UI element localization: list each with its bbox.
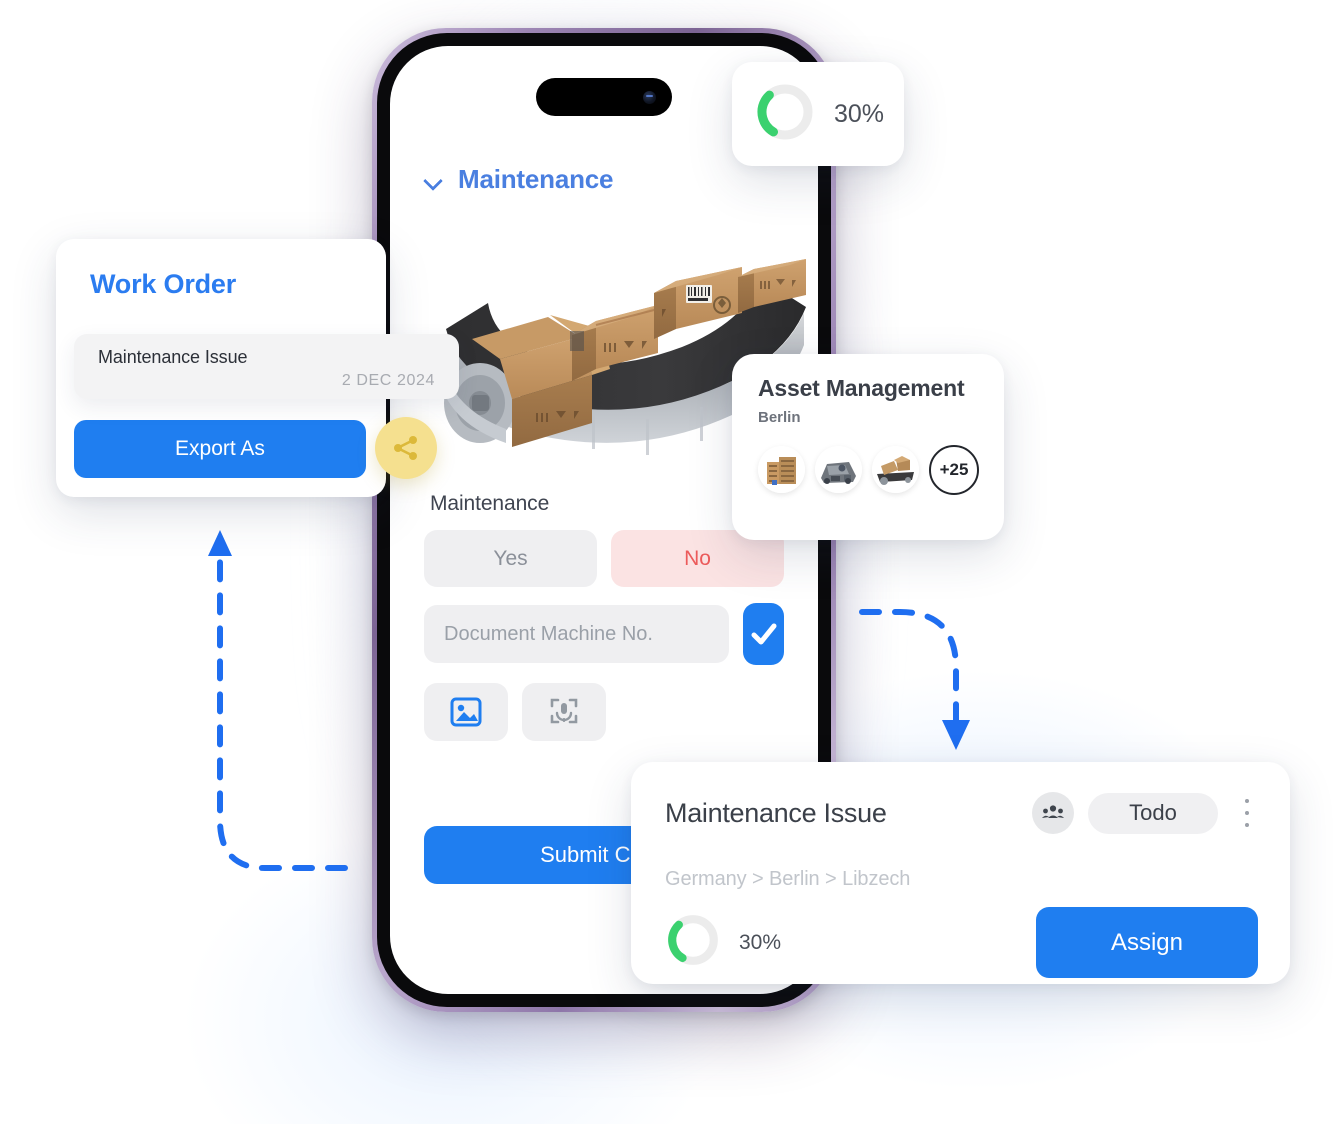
screenshot-root: Maintenance Maintenance Yes No Document … bbox=[0, 0, 1342, 1124]
work-order-issue-chip[interactable]: Maintenance Issue 2 DEC 2024 bbox=[74, 334, 459, 399]
attachment-buttons-row bbox=[424, 683, 784, 741]
progress-ring bbox=[665, 912, 721, 973]
dashed-arrow-down-right bbox=[859, 609, 959, 725]
chevron-down-icon[interactable] bbox=[424, 171, 442, 189]
asset-card-subtitle: Berlin bbox=[758, 408, 801, 426]
asset-management-card: Asset Management Berlin +25 bbox=[732, 354, 1004, 540]
progress-ring bbox=[754, 81, 816, 148]
avatar[interactable] bbox=[872, 446, 919, 494]
issue-card-footer: 30% Assign bbox=[665, 907, 1258, 978]
maintenance-issue-card: Maintenance Issue Todo Germany > Berlin … bbox=[631, 762, 1290, 984]
assign-button[interactable]: Assign bbox=[1036, 907, 1258, 978]
progress-card: 30% bbox=[732, 62, 904, 166]
kebab-menu-icon[interactable] bbox=[1236, 796, 1258, 830]
work-order-title: Work Order bbox=[90, 269, 237, 299]
export-as-button[interactable]: Export As bbox=[74, 420, 366, 478]
progress-percent-label: 30% bbox=[834, 99, 885, 128]
machine-number-row bbox=[424, 603, 784, 665]
issue-chip-title: Maintenance Issue bbox=[98, 347, 248, 367]
issue-progress: 30% bbox=[665, 912, 1036, 973]
section-title: Maintenance bbox=[458, 164, 614, 194]
issue-card-title: Maintenance Issue bbox=[665, 797, 887, 828]
image-icon bbox=[450, 697, 482, 727]
share-button[interactable] bbox=[375, 417, 437, 479]
dashed-arrow-up-left bbox=[217, 549, 348, 871]
attach-voice-button[interactable] bbox=[522, 683, 606, 741]
arrowhead-down bbox=[942, 720, 970, 750]
asset-card-title: Asset Management bbox=[758, 375, 965, 401]
arrowhead-up bbox=[208, 530, 232, 556]
asset-avatar-list: +25 bbox=[758, 444, 980, 495]
status-badge-todo[interactable]: Todo bbox=[1088, 792, 1218, 834]
breadcrumb: Germany > Berlin > Libzech bbox=[665, 868, 911, 890]
checkmark-icon bbox=[751, 623, 776, 645]
avatar[interactable] bbox=[815, 446, 862, 494]
maintenance-field-label: Maintenance bbox=[430, 492, 550, 515]
avatar-more-count[interactable]: +25 bbox=[929, 444, 979, 495]
attach-image-button[interactable] bbox=[424, 683, 508, 741]
confirm-machine-button[interactable] bbox=[743, 603, 784, 665]
option-yes-button[interactable]: Yes bbox=[424, 530, 597, 587]
issue-progress-label: 30% bbox=[739, 930, 782, 954]
issue-card-header: Maintenance Issue Todo bbox=[665, 792, 1258, 834]
share-icon bbox=[394, 436, 417, 460]
issue-chip-date: 2 DEC 2024 bbox=[341, 372, 435, 389]
voice-recorder-icon bbox=[550, 698, 578, 724]
avatar[interactable] bbox=[758, 446, 805, 494]
people-group-icon[interactable] bbox=[1032, 792, 1074, 834]
machine-number-input[interactable] bbox=[424, 605, 729, 663]
maintenance-section-header[interactable]: Maintenance bbox=[424, 164, 784, 195]
yes-no-toggle-group: Yes No bbox=[424, 530, 784, 587]
